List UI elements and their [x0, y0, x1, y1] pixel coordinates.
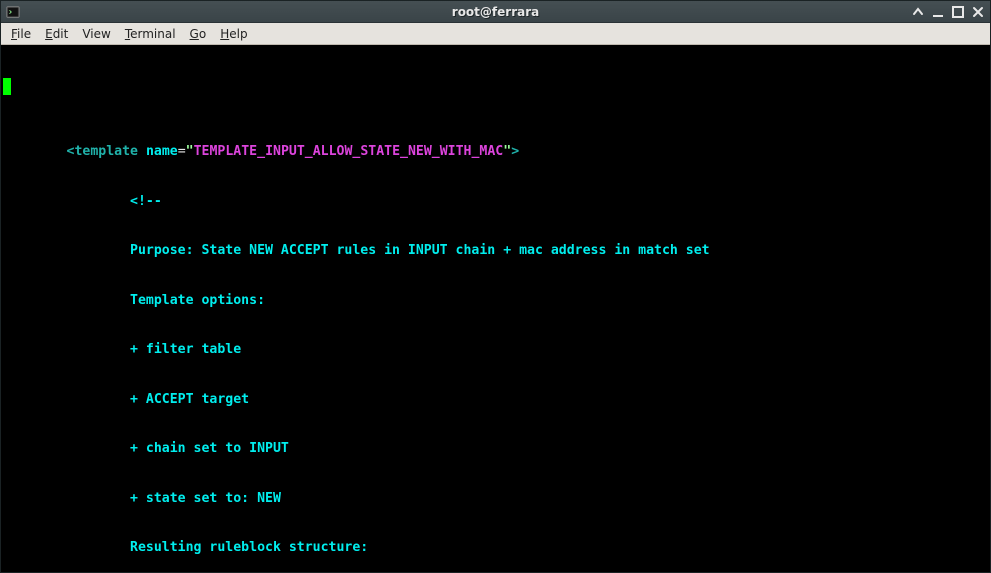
menubar: File Edit View Terminal Go Help: [1, 23, 990, 45]
menu-edit[interactable]: Edit: [39, 25, 74, 43]
scrollbar[interactable]: [986, 45, 990, 572]
code-line: + chain set to INPUT: [3, 441, 988, 458]
rollup-button[interactable]: [910, 4, 926, 20]
code-line: Resulting ruleblock structure:: [3, 540, 988, 557]
close-button[interactable]: [970, 4, 986, 20]
window-controls: [910, 4, 990, 20]
terminal-window: root@ferrara File Edit View Terminal Go …: [0, 0, 991, 573]
menu-terminal[interactable]: Terminal: [119, 25, 182, 43]
menu-help[interactable]: Help: [214, 25, 253, 43]
menu-go[interactable]: Go: [184, 25, 213, 43]
window-title: root@ferrara: [452, 5, 539, 19]
menu-file[interactable]: File: [5, 25, 37, 43]
terminal-app-icon: [5, 4, 21, 20]
minimize-button[interactable]: [930, 4, 946, 20]
code-line: Purpose: State NEW ACCEPT rules in INPUT…: [3, 243, 988, 260]
code-line: + filter table: [3, 342, 988, 359]
code-line: Template options:: [3, 293, 988, 310]
code-line: <template name="TEMPLATE_INPUT_ALLOW_STA…: [3, 144, 988, 161]
code-line: + state set to: NEW: [3, 491, 988, 508]
code-line: <!--: [3, 194, 988, 211]
terminal-content: <template name="TEMPLATE_INPUT_ALLOW_STA…: [1, 78, 990, 572]
terminal-area[interactable]: <template name="TEMPLATE_INPUT_ALLOW_STA…: [1, 45, 990, 572]
maximize-button[interactable]: [950, 4, 966, 20]
menu-view[interactable]: View: [76, 25, 116, 43]
cursor: [3, 78, 11, 95]
titlebar[interactable]: root@ferrara: [1, 1, 990, 23]
code-line: + ACCEPT target: [3, 392, 988, 409]
